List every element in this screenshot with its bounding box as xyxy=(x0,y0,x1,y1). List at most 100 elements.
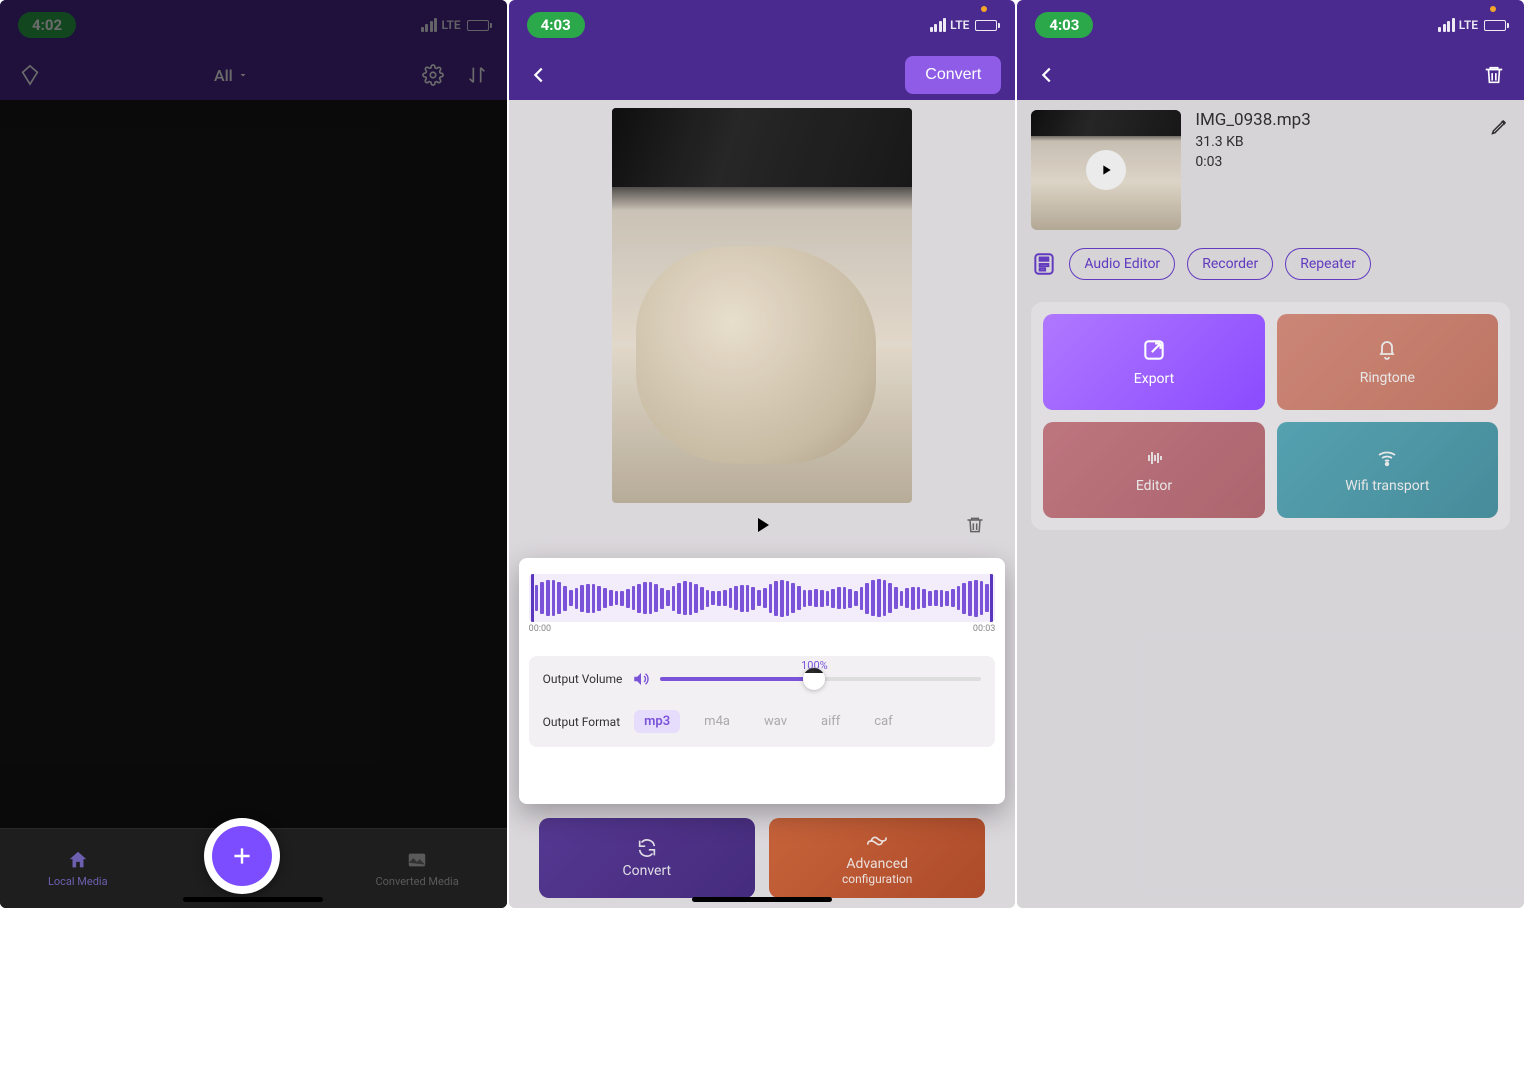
format-m4a[interactable]: m4a xyxy=(694,710,740,733)
format-wav[interactable]: wav xyxy=(754,710,797,733)
volume-label: Output Volume xyxy=(543,672,623,686)
home-icon xyxy=(67,849,89,871)
play-button[interactable] xyxy=(750,513,774,537)
wifi-icon xyxy=(1374,446,1400,470)
home-indicator xyxy=(183,897,323,902)
sort-icon[interactable] xyxy=(461,59,493,91)
advanced-label-1: Advanced xyxy=(846,856,908,872)
waveform-icon xyxy=(1140,446,1168,470)
video-preview xyxy=(509,100,1016,553)
network-label: LTE xyxy=(1459,18,1478,32)
format-caf[interactable]: caf xyxy=(864,710,902,733)
signal-icon xyxy=(930,18,947,32)
tile-ringtone-label: Ringtone xyxy=(1360,370,1415,386)
thumb-play-button[interactable] xyxy=(1086,150,1126,190)
tile-export-label: Export xyxy=(1134,371,1174,387)
nav-converted-label: Converted Media xyxy=(375,875,458,888)
tile-export[interactable]: Export xyxy=(1043,314,1264,410)
header-bar xyxy=(1017,50,1524,100)
recording-dot-icon xyxy=(1490,6,1496,12)
filter-label: All xyxy=(214,66,233,85)
actions-grid: Export Ringtone Editor Wifi transport xyxy=(1031,302,1510,530)
battery-icon xyxy=(975,20,997,31)
file-thumbnail[interactable] xyxy=(1031,110,1181,230)
slider-thumb[interactable] xyxy=(803,668,825,690)
status-bar: 4:03 LTE xyxy=(1017,0,1524,50)
back-button[interactable] xyxy=(523,59,555,91)
gear-icon[interactable] xyxy=(417,59,449,91)
trash-button[interactable] xyxy=(1478,59,1510,91)
editor-panel: /* placeholder; bars inserted below via … xyxy=(519,558,1006,804)
diamond-icon[interactable] xyxy=(14,59,46,91)
nav-local-label: Local Media xyxy=(48,875,108,888)
tile-wifi-label: Wifi transport xyxy=(1345,478,1429,494)
format-mp3[interactable]: mp3 xyxy=(634,710,680,733)
status-time: 4:03 xyxy=(527,12,585,38)
image-icon xyxy=(406,849,428,871)
chevron-left-icon xyxy=(528,64,550,86)
convert-card[interactable]: Convert xyxy=(539,818,755,898)
delete-clip-button[interactable] xyxy=(965,515,985,535)
header-bar: Convert xyxy=(509,50,1016,100)
pill-audio-editor[interactable]: Audio Editor xyxy=(1069,248,1175,280)
network-label: LTE xyxy=(441,18,460,32)
trim-handle-right[interactable] xyxy=(990,574,993,622)
pencil-icon xyxy=(1490,116,1510,136)
back-button[interactable] xyxy=(1031,59,1063,91)
wf-end-time: 00:03 xyxy=(973,624,995,634)
trash-icon xyxy=(965,515,985,535)
file-duration: 0:03 xyxy=(1195,154,1310,170)
export-icon xyxy=(1141,337,1167,363)
tile-wifi[interactable]: Wifi transport xyxy=(1277,422,1498,518)
screen-file-actions: 4:03 LTE IMG_0938.mp3 31.3 KB 0:03 xyxy=(1017,0,1524,908)
nav-local-media[interactable]: Local Media xyxy=(48,849,108,888)
signal-icon xyxy=(421,18,438,32)
status-time: 4:03 xyxy=(1035,12,1093,38)
status-time: 4:02 xyxy=(18,12,76,38)
advanced-label-2: configuration xyxy=(842,872,912,886)
volume-slider[interactable]: 100% xyxy=(660,677,981,681)
format-aiff[interactable]: aiff xyxy=(811,710,850,733)
rename-button[interactable] xyxy=(1490,116,1510,136)
header-bar: All xyxy=(0,50,507,100)
tool-pills: Audio Editor Recorder Repeater xyxy=(1017,240,1524,288)
convert-button[interactable]: Convert xyxy=(905,56,1001,94)
battery-icon xyxy=(467,20,489,31)
bell-icon xyxy=(1375,338,1399,362)
pill-recorder[interactable]: Recorder xyxy=(1187,248,1273,280)
signal-icon xyxy=(1438,18,1455,32)
advanced-config-card[interactable]: Advanced configuration xyxy=(769,818,985,898)
trash-icon xyxy=(1483,64,1505,86)
trim-handle-left[interactable] xyxy=(531,574,534,622)
refresh-icon xyxy=(636,837,658,859)
screen-convert: 4:03 LTE Convert xyxy=(509,0,1016,908)
chevron-down-icon xyxy=(237,69,249,81)
waveform[interactable]: /* placeholder; bars inserted below via … xyxy=(529,574,996,622)
screen-local-media: 4:02 LTE All Local Media xyxy=(0,0,507,908)
chevron-left-icon xyxy=(1036,64,1058,86)
tile-editor[interactable]: Editor xyxy=(1043,422,1264,518)
play-icon xyxy=(750,513,774,537)
play-icon xyxy=(1098,162,1114,178)
output-settings: Output Volume 100% Output Format mp3 m4a… xyxy=(529,656,996,747)
status-bar: 4:03 LTE xyxy=(509,0,1016,50)
file-size: 31.3 KB xyxy=(1195,134,1310,150)
volume-row: Output Volume 100% xyxy=(543,670,982,688)
tile-ringtone[interactable]: Ringtone xyxy=(1277,314,1498,410)
video-thumbnail xyxy=(612,108,912,503)
wf-start-time: 00:00 xyxy=(529,624,551,634)
format-label: Output Format xyxy=(543,715,620,729)
home-indicator xyxy=(692,897,832,902)
network-label: LTE xyxy=(950,18,969,32)
file-info-row: IMG_0938.mp3 31.3 KB 0:03 xyxy=(1017,100,1524,240)
battery-icon xyxy=(1484,20,1506,31)
pill-repeater[interactable]: Repeater xyxy=(1285,248,1371,280)
add-button[interactable] xyxy=(204,818,280,894)
filter-dropdown[interactable]: All xyxy=(214,66,249,85)
speaker-icon xyxy=(632,670,650,688)
bottom-nav: Local Media Converted Media xyxy=(0,828,507,908)
format-row: Output Format mp3 m4a wav aiff caf xyxy=(543,710,982,733)
recording-dot-icon xyxy=(981,6,987,12)
status-bar: 4:02 LTE xyxy=(0,0,507,50)
nav-converted-media[interactable]: Converted Media xyxy=(375,849,458,888)
